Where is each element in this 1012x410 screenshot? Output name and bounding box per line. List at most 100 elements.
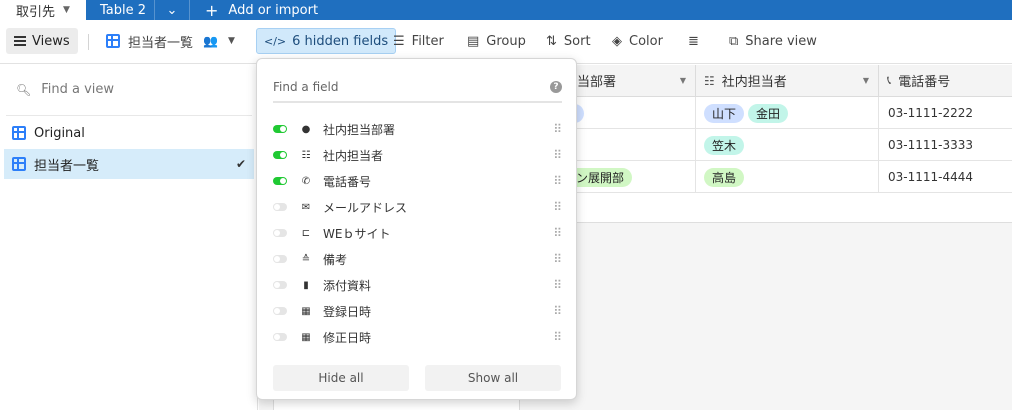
share-view-label: Share view	[745, 33, 817, 49]
sidebar-item-original[interactable]: Original	[4, 118, 254, 148]
field-label: 社内担当部署	[323, 122, 396, 137]
chevron-down-icon[interactable]: ▼	[863, 76, 869, 85]
drag-handle-icon[interactable]: ⠿	[553, 148, 562, 162]
phone-cell[interactable]: 03-1111-3333	[879, 129, 1012, 161]
grid-view-icon	[106, 34, 120, 48]
hidden-fields-popup: Find a field ? ● 社内担当部署 ⠿ ☷ 社内担当者 ⠿ ✆ 電話…	[256, 58, 577, 400]
checkmark-icon: ✔	[235, 157, 246, 171]
table-tab-2[interactable]: Table 2	[100, 0, 146, 20]
sidebar-item-tantousha-ichiran[interactable]: 担当者一覧 ✔	[4, 149, 254, 179]
hide-all-button[interactable]: Hide all	[273, 365, 409, 391]
find-view-search[interactable]: 🔍︎ Find a view	[16, 82, 114, 97]
group-button[interactable]: ▤ Group	[467, 28, 526, 54]
field-row[interactable]: ▦ 登録日時 ⠿	[273, 298, 563, 324]
attachment-icon: ▮	[303, 279, 309, 291]
add-or-import-button[interactable]: + Add or import	[205, 0, 318, 20]
sidebar-item-label: Original	[34, 125, 85, 141]
find-view-placeholder: Find a view	[41, 82, 115, 97]
staff-cell[interactable]: 山下 金田	[696, 97, 879, 129]
filter-icon: ☰	[393, 33, 405, 49]
drag-handle-icon[interactable]: ⠿	[553, 304, 562, 318]
drag-handle-icon[interactable]: ⠿	[553, 122, 562, 136]
row-height-button[interactable]: ≣	[688, 28, 706, 54]
field-label: メールアドレス	[323, 200, 408, 215]
created-time-icon: ▦	[301, 305, 311, 317]
sidebar-divider	[6, 115, 252, 116]
table-tab-active[interactable]: 取引先 ▼	[0, 0, 86, 20]
field-label: 登録日時	[323, 304, 372, 319]
plus-icon: +	[205, 0, 219, 20]
drag-handle-icon[interactable]: ⠿	[553, 200, 562, 214]
field-label: 電話番号	[323, 174, 372, 189]
field-row[interactable]: ☷ 社内担当者 ⠿	[273, 142, 563, 168]
collaborative-view-icon: 👥	[203, 34, 218, 48]
show-all-button[interactable]: Show all	[425, 365, 561, 391]
multi-select-icon: ☷	[301, 149, 311, 161]
group-label: Group	[486, 33, 526, 49]
toggle-switch[interactable]	[273, 125, 287, 133]
field-row[interactable]: ⊏ WEｂサイト ⠿	[273, 220, 563, 246]
hamburger-icon	[14, 34, 26, 48]
drag-handle-icon[interactable]: ⠿	[553, 330, 562, 344]
share-view-button[interactable]: ⧉ Share view	[729, 28, 817, 54]
column-header-phone[interactable]: 📞︎ 電話番号	[879, 65, 1012, 97]
chevron-down-icon[interactable]: ▼	[63, 5, 70, 15]
hidden-fields-button[interactable]: </> 6 hidden fields	[256, 28, 397, 54]
add-or-import-label: Add or import	[228, 2, 319, 18]
current-view-button[interactable]: 担当者一覧 👥 ▼	[106, 28, 235, 54]
table-tab-2-label: Table 2	[100, 2, 147, 18]
field-row[interactable]: ▮ 添付資料 ⠿	[273, 272, 563, 298]
staff-cell[interactable]: 高島	[696, 161, 879, 193]
drag-handle-icon[interactable]: ⠿	[553, 226, 562, 240]
views-label: Views	[32, 33, 70, 49]
chevron-down-icon[interactable]: ▼	[680, 76, 686, 85]
sort-label: Sort	[563, 33, 591, 49]
paint-bucket-icon: ◈	[612, 33, 622, 49]
toggle-switch[interactable]	[273, 203, 287, 211]
field-row[interactable]: ≙ 備考 ⠿	[273, 246, 563, 272]
field-label: 添付資料	[323, 278, 372, 293]
toolbar-divider	[88, 34, 89, 50]
toggle-switch[interactable]	[273, 229, 287, 237]
table-tab-active-label: 取引先	[16, 4, 56, 20]
toggle-switch[interactable]	[273, 151, 287, 159]
phone-cell[interactable]: 03-1111-2222	[879, 97, 1012, 129]
find-field-input[interactable]: Find a field ?	[273, 73, 562, 103]
column-header-label: 電話番号	[898, 75, 951, 90]
grid-view-icon	[12, 157, 26, 171]
column-header-staff[interactable]: ☷ 社内担当者 ▼	[696, 65, 879, 97]
chevron-down-icon: ⌄	[166, 2, 178, 18]
grid-view-icon	[12, 126, 26, 140]
sort-button[interactable]: ⇅ Sort	[546, 28, 591, 54]
staff-cell[interactable]: 笠木	[696, 129, 879, 161]
drag-handle-icon[interactable]: ⠿	[553, 252, 562, 266]
field-row[interactable]: ● 社内担当部署 ⠿	[273, 116, 563, 142]
sort-icon: ⇅	[546, 33, 557, 49]
row-height-icon: ≣	[688, 33, 699, 49]
filter-label: Filter	[411, 33, 444, 49]
color-button[interactable]: ◈ Color	[612, 28, 663, 54]
phone-cell[interactable]: 03-1111-4444	[879, 161, 1012, 193]
search-icon: 🔍︎	[16, 82, 32, 97]
toggle-switch[interactable]	[273, 255, 287, 263]
field-row[interactable]: ▦ 修正日時 ⠿	[273, 324, 563, 350]
toggle-switch[interactable]	[273, 333, 287, 341]
field-row[interactable]: ✆ 電話番号 ⠿	[273, 168, 563, 194]
drag-handle-icon[interactable]: ⠿	[553, 174, 562, 188]
more-tables-button[interactable]: ⌄	[154, 0, 190, 20]
table-tab-bar: 取引先 ▼ Table 2 ⌄ + Add or import	[0, 0, 1012, 20]
drag-handle-icon[interactable]: ⠿	[553, 278, 562, 292]
views-sidebar: 🔍︎ Find a view Original 担当者一覧 ✔	[0, 65, 258, 410]
field-row[interactable]: ✉ メールアドレス ⠿	[273, 194, 563, 220]
help-icon[interactable]: ?	[550, 81, 562, 93]
toggle-switch[interactable]	[273, 307, 287, 315]
filter-button[interactable]: ☰ Filter	[393, 28, 444, 54]
field-label: WEｂサイト	[323, 226, 391, 241]
color-label: Color	[629, 33, 663, 49]
toggle-switch[interactable]	[273, 281, 287, 289]
staff-chip: 山下	[704, 103, 745, 123]
long-text-icon: ≙	[301, 253, 311, 265]
group-icon: ▤	[467, 33, 480, 49]
toggle-switch[interactable]	[273, 177, 287, 185]
views-button[interactable]: Views	[6, 28, 78, 54]
